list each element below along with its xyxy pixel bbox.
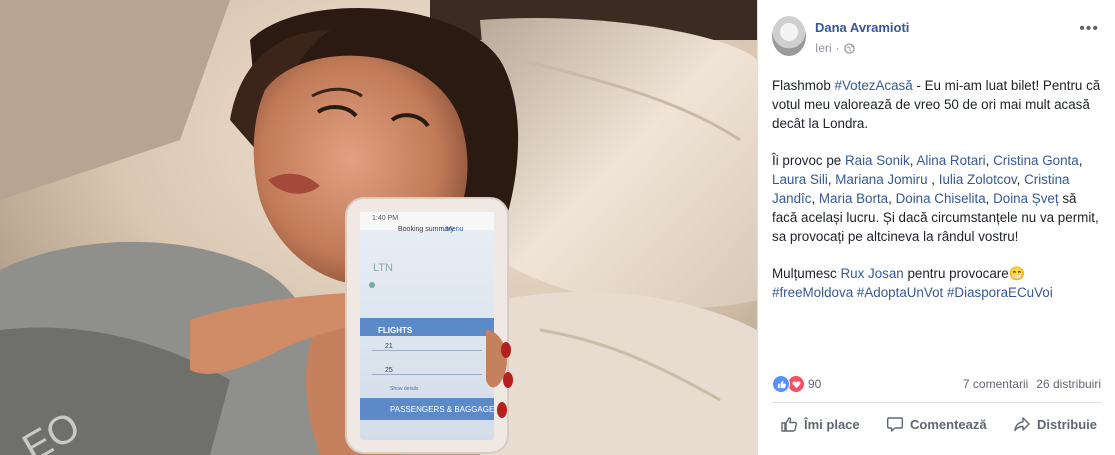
reactions-bar: 90 7 comentarii 26 distribuiri [772,374,1101,394]
reaction-icons[interactable] [772,375,805,393]
comment-label: Comentează [910,416,987,432]
photo-viewer: EO 1:40 PM Booking summary Menu LTN FLIG… [0,0,1115,455]
phone-screen-details: Show details [390,386,419,392]
post-actions: Îmi place Comentează Distribuie [772,408,1105,440]
post-time[interactable]: Ieri [815,41,832,55]
comments-count[interactable]: 7 comentarii [963,377,1028,391]
mention-link[interactable]: Rux Josan [840,266,903,281]
like-label: Îmi place [804,416,860,432]
text-segment: Îi provoc pe [772,153,845,168]
mention-link[interactable]: Doina Șveț [993,191,1059,206]
share-label: Distribuie [1037,416,1097,432]
more-options-button[interactable]: ••• [1079,20,1099,38]
comment-button[interactable]: Comentează [878,408,995,440]
post-stats: 7 comentarii 26 distribuiri [963,377,1101,391]
phone-screen-origin: LTN [373,262,393,274]
text-segment: pentru provocare😁 [903,266,1026,281]
comment-icon [887,417,904,432]
phone-screen-passengers: PASSENGERS & BAGGAGE [390,405,495,414]
mention-link[interactable]: Cristina Gonta [993,153,1079,168]
hashtag-link[interactable]: #AdoptaUnVot [857,285,943,300]
text-segment: Flashmob [772,78,835,93]
mention-link[interactable]: Iulia Zolotcov [939,172,1017,187]
reaction-count[interactable]: 90 [808,377,821,391]
mention-link[interactable]: Mariana Jomiru [835,172,927,187]
phone-screen-date-1: 21 [385,343,393,350]
like-reaction-icon [772,375,790,393]
mention-link[interactable]: Maria Borta [819,191,888,206]
avatar[interactable] [772,16,806,56]
post-panel: Dana Avramioti Ieri · ••• Flashmob #Vote… [757,0,1115,455]
hashtag-link[interactable]: #VotezAcasă [835,78,913,93]
post-text: Flashmob #VotezAcasă - Eu mi-am luat bil… [772,76,1102,320]
share-arrow-icon [1014,417,1030,432]
thumbs-up-icon [781,417,798,432]
post-photo[interactable]: EO 1:40 PM Booking summary Menu LTN FLIG… [0,0,757,455]
photo-illustration: EO [0,0,757,455]
globe-icon[interactable] [843,42,855,54]
post-meta: Ieri · [815,41,855,55]
phone-screen-time: 1:40 PM [372,215,399,222]
shares-count[interactable]: 26 distribuiri [1036,377,1101,391]
divider [772,402,1101,403]
post-header: Dana Avramioti Ieri · ••• [772,12,1103,56]
post-paragraph-2: Îi provoc pe Raia Sonik, Alina Rotari, C… [772,153,1099,244]
mention-link[interactable]: Doina Chiselita [896,191,986,206]
author-name[interactable]: Dana Avramioti [815,20,909,35]
mention-link[interactable]: Raia Sonik [845,153,910,168]
hashtag-link[interactable]: #freeMoldova [772,285,853,300]
share-button[interactable]: Distribuie [1005,408,1105,440]
mention-link[interactable]: Alina Rotari [916,153,985,168]
phone-screen-date-2: 25 [385,367,393,374]
like-button[interactable]: Îmi place [772,408,868,440]
phone-screen-menu: Menu [446,226,464,233]
post-paragraph-1: Flashmob #VotezAcasă - Eu mi-am luat bil… [772,76,1102,133]
meta-separator: · [835,41,840,55]
text-segment: Mulțumesc [772,266,841,281]
post-paragraph-3: Mulțumesc Rux Josan pentru provocare😁 #fr… [772,264,1102,302]
hashtag-link[interactable]: #DiasporaECuVoi [947,285,1053,300]
mention-link[interactable]: Laura Sili [772,172,828,187]
phone-screen-section: FLIGHTS [378,326,413,335]
